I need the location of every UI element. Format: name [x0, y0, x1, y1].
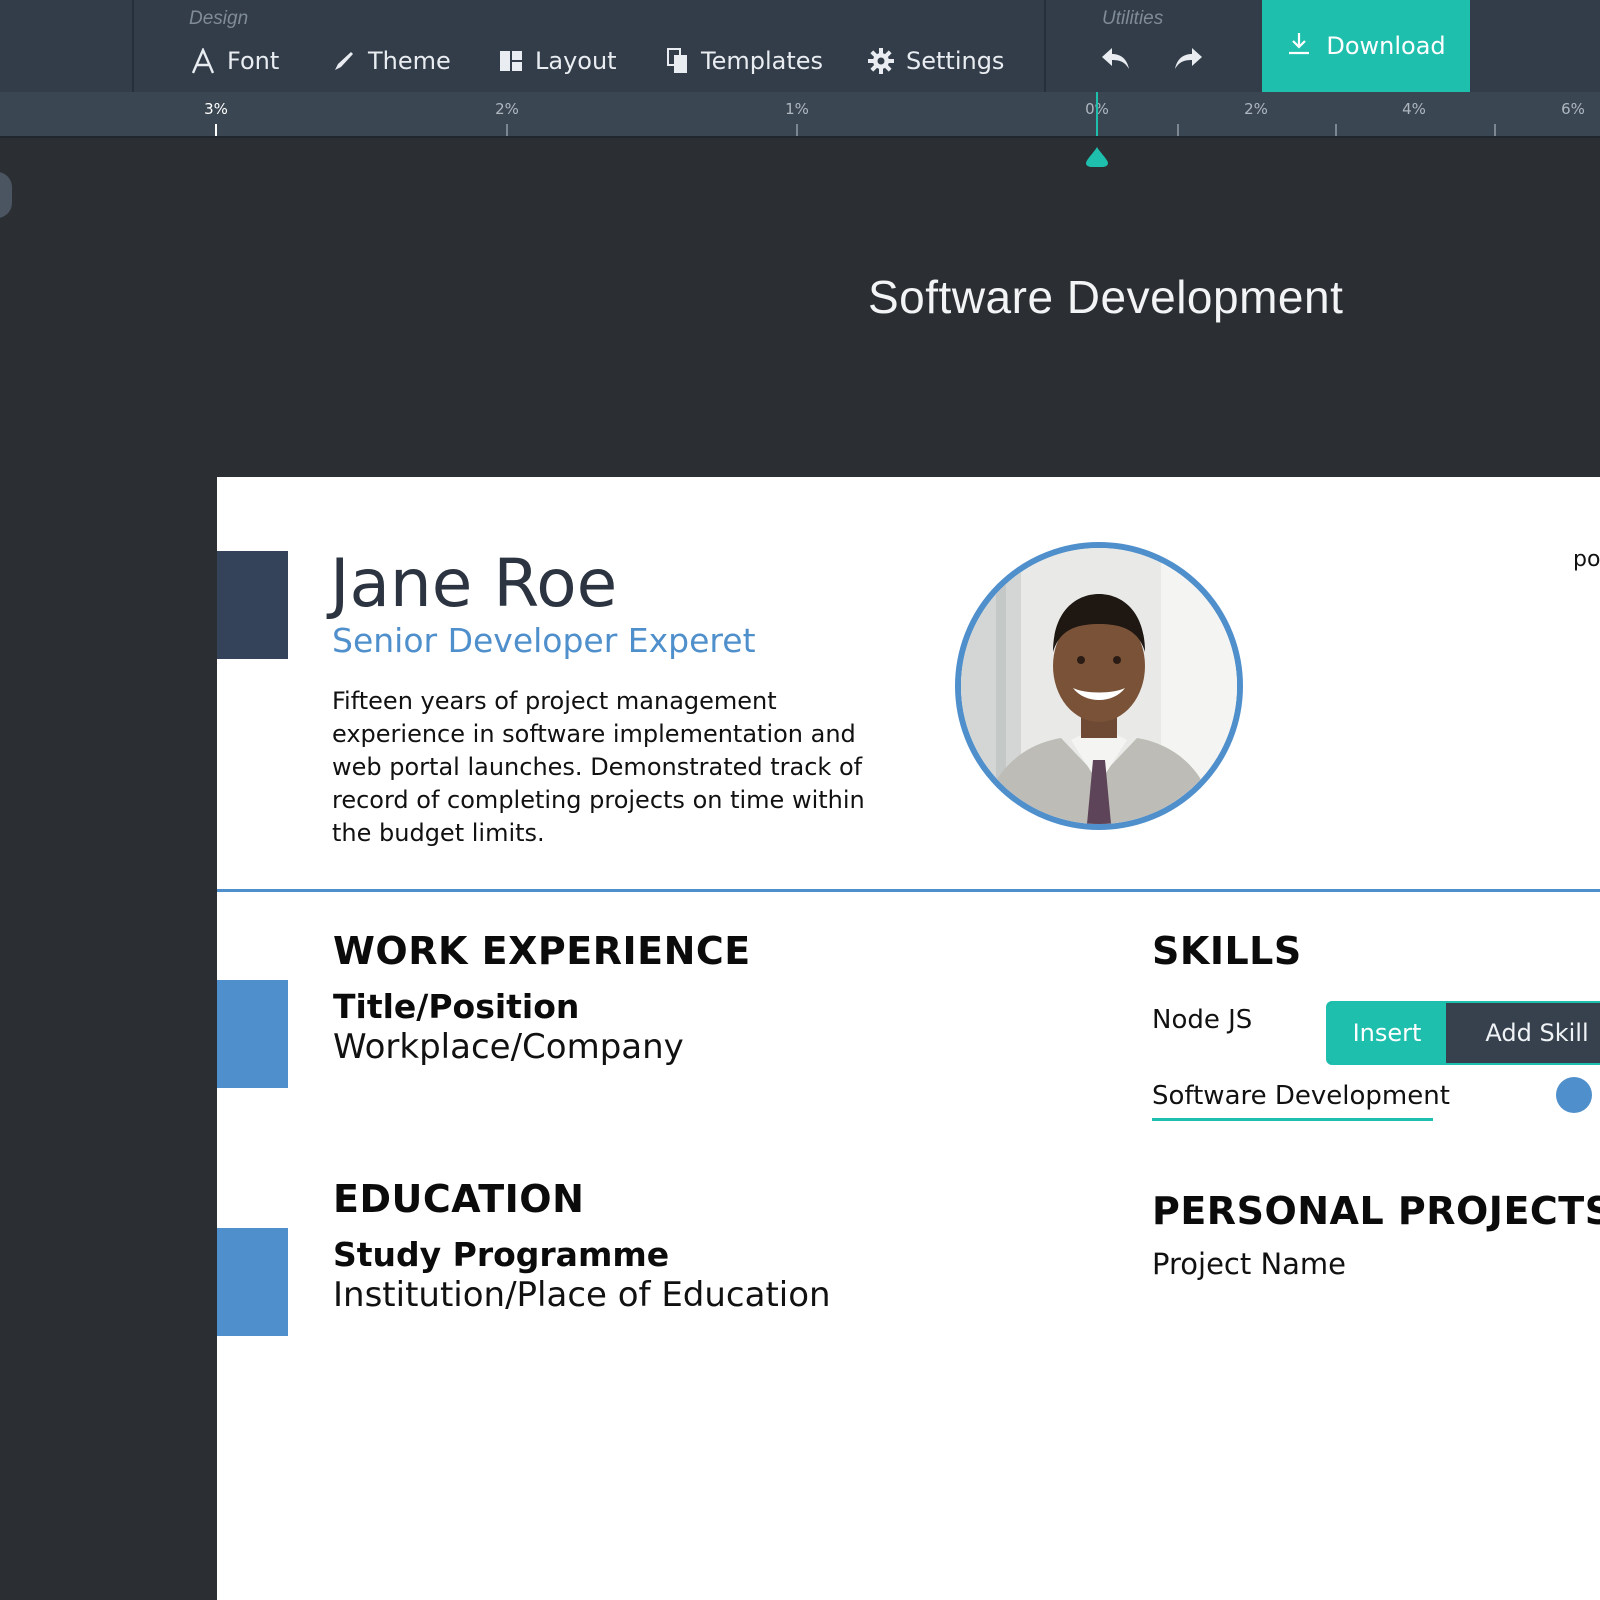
toolbar-left-panel — [0, 0, 134, 92]
work-experience-heading[interactable]: WORK EXPERIENCE — [333, 929, 751, 973]
undo-icon — [1100, 48, 1132, 76]
profile-photo[interactable] — [955, 542, 1243, 830]
ruler-label: 2% — [495, 100, 519, 118]
resume-name[interactable]: Jane Roe — [330, 545, 617, 622]
skills-heading[interactable]: SKILLS — [1152, 929, 1302, 973]
brush-icon — [332, 49, 356, 73]
add-skill-button[interactable]: Add Skill — [1446, 1003, 1600, 1063]
templates-tool-label: Templates — [701, 47, 824, 75]
utilities-group-label: Utilities — [1102, 8, 1164, 29]
theme-tool-button[interactable]: Theme — [332, 44, 451, 78]
layout-tool-label: Layout — [535, 47, 617, 75]
layout-tool-button[interactable]: Layout — [499, 44, 617, 78]
ruler-tick — [1335, 124, 1337, 136]
templates-tool-button[interactable]: Templates — [667, 44, 823, 78]
undo-button[interactable] — [1100, 46, 1132, 76]
skill-edit-underline — [1152, 1118, 1433, 1121]
canvas-title: Software Development — [868, 271, 1344, 323]
work-title[interactable]: Title/Position — [333, 987, 579, 1026]
settings-tool-label: Settings — [906, 47, 1005, 75]
resume-page: Jane Roe Senior Developer Experet Fiftee… — [217, 477, 1600, 1600]
redo-button[interactable] — [1172, 46, 1204, 76]
skill-actions-popover: Insert Add Skill — [1326, 1001, 1600, 1065]
top-toolbar: Design Font Theme Layout Templates Setti… — [0, 0, 1600, 93]
education-accent-bar — [217, 1228, 288, 1336]
insert-button[interactable]: Insert — [1328, 1003, 1446, 1063]
gear-icon — [868, 48, 894, 74]
design-group-label: Design — [189, 8, 249, 29]
ruler-label: 2% — [1244, 100, 1268, 118]
header-accent-bar — [217, 551, 288, 659]
ruler[interactable]: 3% 2% 1% 0% 2% 4% 6% — [0, 92, 1600, 138]
position-marker-handle[interactable] — [1085, 146, 1109, 168]
resume-summary[interactable]: Fifteen years of project management expe… — [332, 685, 892, 850]
font-tool-button[interactable]: Font — [191, 44, 279, 78]
settings-tool-button[interactable]: Settings — [868, 44, 1004, 78]
redo-icon — [1172, 48, 1204, 76]
education-programme[interactable]: Study Programme — [333, 1235, 669, 1274]
work-company[interactable]: Workplace/Company — [333, 1027, 684, 1067]
project-name[interactable]: Project Name — [1152, 1247, 1346, 1281]
skill-level-dot[interactable] — [1556, 1077, 1592, 1113]
side-panel-toggle[interactable] — [0, 172, 12, 218]
ruler-tick — [506, 124, 508, 136]
education-institution[interactable]: Institution/Place of Education — [333, 1275, 831, 1315]
download-label: Download — [1326, 32, 1446, 60]
skill-item[interactable]: Node JS — [1152, 1005, 1252, 1035]
personal-projects-heading[interactable]: PERSONAL PROJECTS — [1152, 1189, 1600, 1233]
ruler-tick — [1177, 124, 1179, 136]
header-divider — [217, 889, 1600, 892]
contact-text-cut: po — [1573, 547, 1600, 572]
ruler-tick — [215, 124, 217, 136]
ruler-tick — [796, 124, 798, 136]
font-tool-label: Font — [227, 47, 280, 75]
templates-icon — [667, 48, 689, 74]
ruler-cursor-line — [1096, 92, 1098, 136]
ruler-label: 3% — [204, 100, 228, 118]
ruler-label: 1% — [785, 100, 809, 118]
ruler-label: 6% — [1561, 100, 1585, 118]
education-heading[interactable]: EDUCATION — [333, 1177, 584, 1221]
skill-item[interactable]: Software Development — [1152, 1081, 1450, 1111]
toolbar-divider — [1044, 0, 1046, 92]
font-icon — [191, 48, 215, 74]
resume-role[interactable]: Senior Developer Experet — [332, 621, 756, 660]
download-icon — [1286, 30, 1312, 62]
download-button[interactable]: Download — [1262, 0, 1470, 92]
work-accent-bar — [217, 980, 288, 1088]
ruler-tick — [1494, 124, 1496, 136]
theme-tool-label: Theme — [368, 47, 451, 75]
ruler-label: 4% — [1402, 100, 1426, 118]
layout-icon — [499, 50, 523, 72]
